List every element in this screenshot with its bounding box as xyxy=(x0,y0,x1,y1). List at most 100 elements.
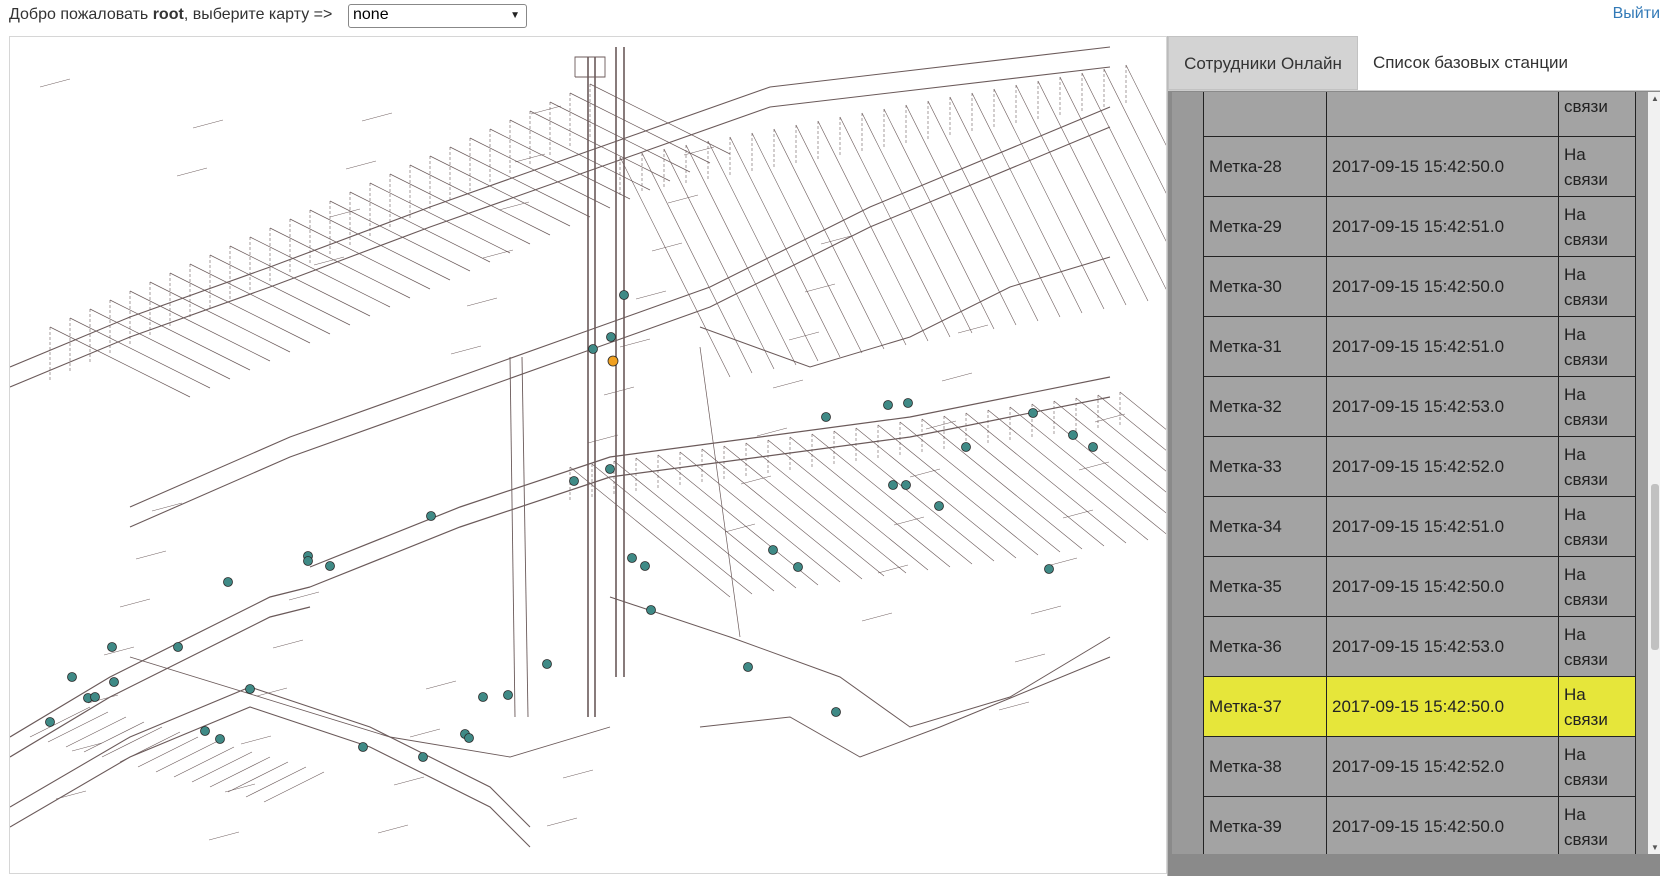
employee-marker[interactable] xyxy=(90,692,100,702)
mine-map[interactable] xyxy=(9,36,1167,874)
scroll-thumb[interactable] xyxy=(1651,484,1659,650)
scroll-up-icon[interactable]: ▲ xyxy=(1651,94,1659,103)
employee-marker[interactable] xyxy=(464,733,474,743)
scroll-down-icon[interactable]: ▼ xyxy=(1651,843,1659,852)
tag-name: Метка-39 xyxy=(1203,796,1327,854)
tab-employees-online[interactable]: Сотрудники Онлайн xyxy=(1168,36,1358,90)
tag-name: Метка-38 xyxy=(1203,736,1327,797)
tag-time: 2017-09-15 15:42:53.0 xyxy=(1326,616,1559,677)
tag-status: На связи xyxy=(1558,556,1636,617)
employee-marker[interactable] xyxy=(901,480,911,490)
employee-marker[interactable] xyxy=(215,734,225,744)
employee-marker[interactable] xyxy=(961,442,971,452)
tag-time: 2017-09-15 15:42:53.0 xyxy=(1326,376,1559,437)
table-row[interactable]: Метка-30 2017-09-15 15:42:50.0 На связи xyxy=(1203,256,1636,317)
welcome-prefix: Добро пожаловать xyxy=(9,6,153,23)
tag-name: Метка-36 xyxy=(1203,616,1327,677)
employee-marker[interactable] xyxy=(743,662,753,672)
list-scrollbar[interactable]: ▲ ▼ xyxy=(1648,92,1660,854)
employee-marker[interactable] xyxy=(1088,442,1098,452)
employee-marker[interactable] xyxy=(1068,430,1078,440)
tag-time: 2017-09-15 15:42:50.0 xyxy=(1326,556,1559,617)
tag-status: На связи xyxy=(1558,376,1636,437)
employee-marker[interactable] xyxy=(883,400,893,410)
employee-marker[interactable] xyxy=(605,464,615,474)
tag-time: 2017-09-15 15:42:50.0 xyxy=(1326,256,1559,317)
employee-marker[interactable] xyxy=(503,690,513,700)
table-row[interactable]: Метка-29 2017-09-15 15:42:51.0 На связи xyxy=(1203,196,1636,257)
tag-name: Метка-34 xyxy=(1203,496,1327,557)
employee-marker[interactable] xyxy=(478,692,488,702)
table-row[interactable]: Метка-31 2017-09-15 15:42:51.0 На связи xyxy=(1203,316,1636,377)
employee-marker[interactable] xyxy=(831,707,841,717)
employee-marker[interactable] xyxy=(888,480,898,490)
employee-marker[interactable] xyxy=(426,511,436,521)
table-row[interactable]: Метка-36 2017-09-15 15:42:53.0 На связи xyxy=(1203,616,1636,677)
logout-link[interactable]: Выйти xyxy=(1613,5,1660,23)
table-row[interactable]: связи xyxy=(1203,92,1636,137)
employee-marker[interactable] xyxy=(358,742,368,752)
employee-marker[interactable] xyxy=(223,577,233,587)
tag-status: связи xyxy=(1558,92,1636,137)
employee-marker[interactable] xyxy=(569,476,579,486)
employee-marker[interactable] xyxy=(934,501,944,511)
tag-name xyxy=(1203,92,1327,137)
table-row[interactable]: Метка-33 2017-09-15 15:42:52.0 На связи xyxy=(1203,436,1636,497)
map-select[interactable]: none ▼ xyxy=(348,4,527,28)
tag-status: На связи xyxy=(1558,436,1636,497)
employee-marker[interactable] xyxy=(67,672,77,682)
employee-marker[interactable] xyxy=(821,412,831,422)
tag-name: Метка-30 xyxy=(1203,256,1327,317)
table-row[interactable]: Метка-37 2017-09-15 15:42:50.0 На связи xyxy=(1203,676,1636,737)
employee-marker[interactable] xyxy=(45,717,55,727)
employee-marker[interactable] xyxy=(903,398,913,408)
tag-name: Метка-31 xyxy=(1203,316,1327,377)
panel-tabs: Сотрудники Онлайн Список базовых станции xyxy=(1168,36,1660,91)
employee-marker[interactable] xyxy=(418,752,428,762)
tab-base-stations[interactable]: Список базовых станции xyxy=(1358,36,1583,90)
welcome-text: Добро пожаловать root, выберите карту => xyxy=(9,6,332,24)
employee-marker[interactable] xyxy=(793,562,803,572)
tag-time: 2017-09-15 15:42:51.0 xyxy=(1326,496,1559,557)
top-bar: Добро пожаловать root, выберите карту =>… xyxy=(0,0,1660,34)
employee-marker[interactable] xyxy=(173,642,183,652)
tag-name: Метка-32 xyxy=(1203,376,1327,437)
employee-marker[interactable] xyxy=(303,556,313,566)
table-row[interactable]: Метка-38 2017-09-15 15:42:52.0 На связи xyxy=(1203,736,1636,797)
tag-time: 2017-09-15 15:42:51.0 xyxy=(1326,196,1559,257)
employees-table: связи Метка-28 2017-09-15 15:42:50.0 На свя… xyxy=(1203,92,1636,854)
table-row[interactable]: Метка-35 2017-09-15 15:42:50.0 На связи xyxy=(1203,556,1636,617)
username: root xyxy=(152,6,184,23)
selected-employee-marker[interactable] xyxy=(607,355,619,367)
table-row[interactable]: Метка-28 2017-09-15 15:42:50.0 На связи xyxy=(1203,136,1636,197)
tag-name: Метка-35 xyxy=(1203,556,1327,617)
tag-name: Метка-29 xyxy=(1203,196,1327,257)
employee-marker[interactable] xyxy=(200,726,210,736)
side-panel: Сотрудники Онлайн Список базовых станции… xyxy=(1167,36,1660,876)
employee-marker[interactable] xyxy=(619,290,629,300)
mine-map-drawing[interactable] xyxy=(10,37,1167,874)
employee-marker[interactable] xyxy=(109,677,119,687)
tag-status: На связи xyxy=(1558,676,1636,737)
table-row[interactable]: Метка-39 2017-09-15 15:42:50.0 На связи xyxy=(1203,796,1636,854)
table-row[interactable]: Метка-32 2017-09-15 15:42:53.0 На связи xyxy=(1203,376,1636,437)
employee-marker[interactable] xyxy=(542,659,552,669)
table-row[interactable]: Метка-34 2017-09-15 15:42:51.0 На связи xyxy=(1203,496,1636,557)
employee-marker[interactable] xyxy=(1044,564,1054,574)
employee-marker[interactable] xyxy=(627,553,637,563)
employees-list: связи Метка-28 2017-09-15 15:42:50.0 На свя… xyxy=(1172,92,1648,854)
employee-marker[interactable] xyxy=(245,684,255,694)
employee-marker[interactable] xyxy=(606,332,616,342)
employee-marker[interactable] xyxy=(768,545,778,555)
employee-marker[interactable] xyxy=(646,605,656,615)
tag-status: На связи xyxy=(1558,136,1636,197)
employee-marker[interactable] xyxy=(640,561,650,571)
employee-marker[interactable] xyxy=(325,561,335,571)
employee-marker[interactable] xyxy=(588,344,598,354)
tag-time: 2017-09-15 15:42:52.0 xyxy=(1326,436,1559,497)
tag-status: На связи xyxy=(1558,196,1636,257)
employee-marker[interactable] xyxy=(1028,408,1038,418)
chevron-down-icon: ▼ xyxy=(510,10,520,21)
tag-time: 2017-09-15 15:42:50.0 xyxy=(1326,796,1559,854)
employee-marker[interactable] xyxy=(107,642,117,652)
